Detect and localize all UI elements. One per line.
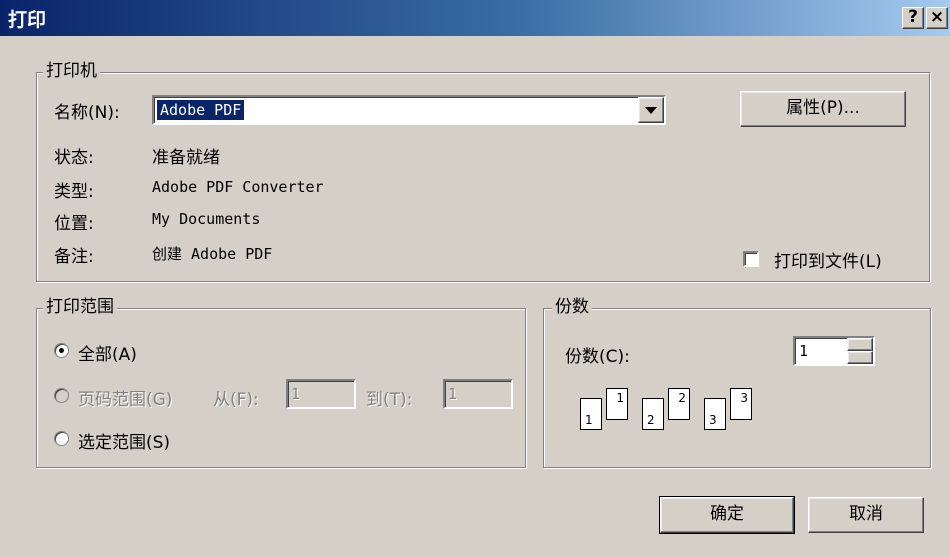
title-bar: 打印 ? × [0,0,950,36]
radio-selection[interactable] [54,431,69,446]
copies-count-value: 1 [799,342,809,360]
help-button[interactable]: ? [902,7,924,29]
comment-label: 备注: [54,247,94,267]
type-label: 类型: [54,182,94,202]
collate-page-back: 1 [606,388,628,420]
window-title: 打印 [8,9,47,31]
print-to-file-label[interactable]: 打印到文件(L) [774,247,882,272]
copies-decrement-button[interactable] [847,351,873,364]
page-number: 2 [678,391,686,405]
from-input-value: 1 [291,385,301,403]
from-input[interactable]: 1 [286,379,356,409]
to-input[interactable]: 1 [443,379,513,409]
collate-page-front: 3 [704,398,726,430]
collate-illustration: 1 1 2 2 3 3 [580,388,780,438]
printer-group-label: 打印机 [43,61,100,81]
status-label: 状态: [54,148,94,168]
cancel-button[interactable]: 取消 [808,497,924,533]
radio-selection-label[interactable]: 选定范围(S) [78,428,170,453]
printer-select-dropdown-button[interactable] [638,97,664,123]
page-number: 2 [647,413,655,427]
from-label: 从(F): [213,390,259,410]
copies-increment-button[interactable] [847,338,873,351]
page-number: 3 [709,413,717,427]
comment-value: 创建 Adobe PDF [152,245,273,263]
ok-button[interactable]: 确定 [659,496,795,534]
copies-count-label: 份数(C): [565,347,630,367]
copies-group-label: 份数 [552,297,592,317]
location-label: 位置: [54,214,94,234]
radio-pages[interactable] [54,388,69,403]
chevron-down-icon [645,107,657,114]
properties-button[interactable]: 属性(P)... [740,91,906,127]
collate-page-front: 1 [580,398,602,430]
radio-pages-label[interactable]: 页码范围(G) [78,385,172,410]
location-value: My Documents [152,210,261,228]
page-number: 1 [585,413,593,427]
printer-select-value: Adobe PDF [157,100,245,120]
collate-page-back: 3 [730,388,752,420]
status-value: 准备就绪 [152,148,220,168]
close-button[interactable]: × [926,7,948,29]
collate-page-back: 2 [668,388,690,420]
page-number: 1 [616,391,624,405]
print-to-file-checkbox[interactable] [743,251,759,267]
radio-all[interactable] [54,343,69,358]
copies-count-input[interactable]: 1 [793,336,875,366]
print-range-group-label: 打印范围 [43,297,117,317]
to-label: 到(T): [366,390,413,410]
collate-page-front: 2 [642,398,664,430]
to-input-value: 1 [448,385,458,403]
printer-name-label: 名称(N): [54,103,120,123]
type-value: Adobe PDF Converter [152,178,324,196]
radio-all-label[interactable]: 全部(A) [78,340,137,365]
page-number: 3 [740,391,748,405]
radio-selected-dot [59,348,64,353]
printer-select[interactable]: Adobe PDF [152,95,666,125]
